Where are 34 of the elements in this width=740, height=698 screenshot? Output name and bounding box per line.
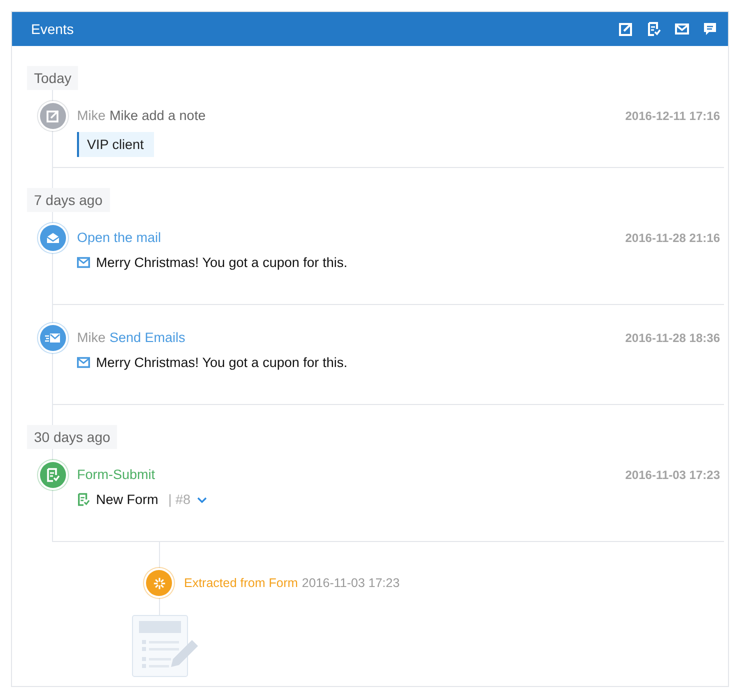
form-icon[interactable] — [647, 22, 661, 36]
event-icon — [40, 225, 66, 251]
comment-icon[interactable] — [703, 22, 717, 36]
event-time: 2016-11-28 18:36 — [625, 330, 720, 347]
date-group-label: 7 days ago — [27, 188, 110, 212]
event-time: 2016-11-28 21:16 — [625, 230, 720, 247]
panel-title: Events — [31, 20, 74, 36]
mail-icon — [77, 356, 90, 369]
form-number: | #8 — [168, 492, 191, 507]
event-icon — [40, 462, 66, 488]
note-text: VIP client — [77, 132, 154, 157]
event-time: 2016-11-03 17:23 — [625, 467, 720, 484]
event-icon — [40, 103, 66, 129]
sub-event-title: Extracted from Form — [184, 576, 298, 590]
message-text: Merry Christmas! You got a cupon for this. — [96, 255, 348, 270]
asterisk-icon — [146, 570, 172, 596]
form-name[interactable]: New Form — [96, 492, 158, 507]
message-text: Merry Christmas! You got a cupon for this. — [96, 355, 348, 370]
actor-name: Mike — [77, 329, 106, 347]
event-icon — [40, 325, 66, 351]
event-title[interactable]: Form-Submit — [77, 462, 156, 488]
event-time: 2016-12-11 17:16 — [625, 108, 720, 125]
event-title[interactable]: Send Emails — [110, 325, 186, 351]
date-group-label: 30 days ago — [27, 425, 118, 449]
chevron-down-icon[interactable] — [196, 496, 207, 502]
mail-icon — [77, 256, 90, 269]
event-title: Mike add a note — [110, 107, 206, 125]
edit-note-icon[interactable] — [619, 22, 633, 36]
date-group-label: Today — [27, 66, 78, 90]
event-title[interactable]: Open the mail — [77, 225, 162, 251]
sub-event-time: 2016-11-03 17:23 — [302, 576, 400, 590]
form-icon — [77, 493, 90, 506]
mail-icon[interactable] — [675, 22, 689, 36]
actor-name: Mike — [77, 107, 106, 125]
